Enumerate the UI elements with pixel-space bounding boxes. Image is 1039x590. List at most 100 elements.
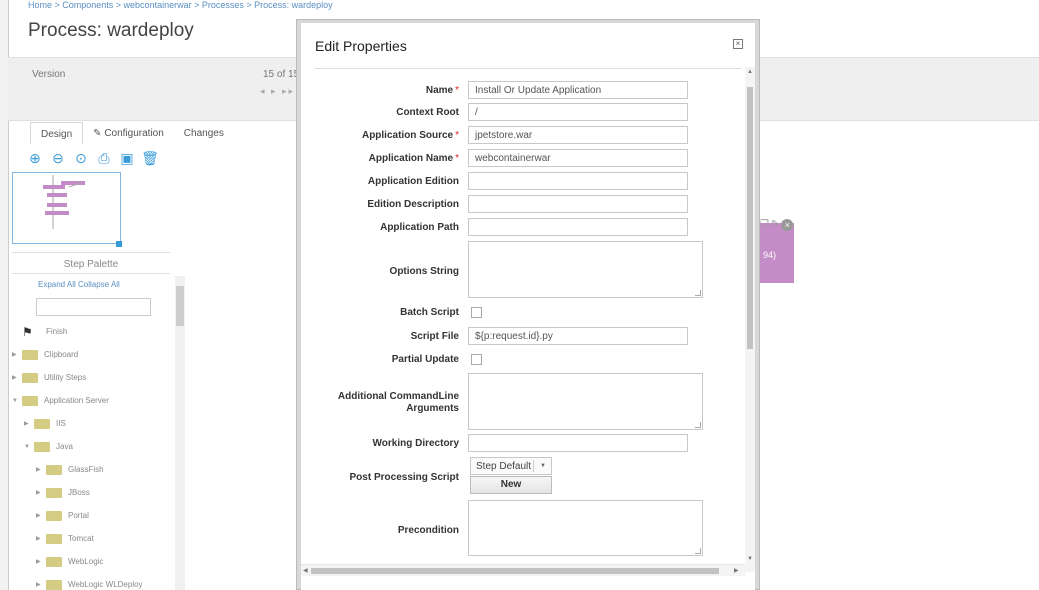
close-icon[interactable]: × xyxy=(781,219,794,231)
palette-item-glassfish[interactable]: ▶ GlassFish xyxy=(12,458,174,481)
palette-item-utility-steps[interactable]: ▶ Utility Steps xyxy=(12,366,174,389)
palette-item-label: Java xyxy=(56,442,73,451)
dialog-title: Edit Properties xyxy=(315,38,407,54)
zoom-in-icon[interactable]: ⊕ xyxy=(27,150,43,166)
post-processing-label: Post Processing Script xyxy=(349,472,459,483)
collapse-arrow-icon[interactable]: ▼ xyxy=(24,444,34,450)
script-file-input[interactable]: ${p:request.id}.py xyxy=(468,327,688,345)
version-nav-arrows[interactable]: ◂ ▸ ▸▸ xyxy=(260,86,295,97)
scroll-left-icon[interactable]: ◀ xyxy=(303,567,308,574)
edition-description-input[interactable] xyxy=(468,195,688,213)
scroll-down-icon[interactable]: ▼ xyxy=(747,556,753,562)
expand-arrow-icon[interactable]: ▶ xyxy=(36,558,46,565)
post-processing-value: Step Default xyxy=(476,461,532,472)
palette-item-weblogic-wldeploy[interactable]: ▶ WebLogic WLDeploy xyxy=(12,573,174,590)
palette-item-label: JBoss xyxy=(68,488,90,497)
application-name-label: Application Name * xyxy=(368,153,459,164)
context-root-label: Context Root xyxy=(396,107,459,118)
palette-item-portal[interactable]: ▶ Portal xyxy=(12,504,174,527)
palette-item-iis[interactable]: ▶ IIS xyxy=(12,412,174,435)
palette-item-tomcat[interactable]: ▶ Tomcat xyxy=(12,527,174,550)
palette-item-label: Finish xyxy=(46,327,68,336)
partial-update-label: Partial Update xyxy=(391,354,459,365)
expand-arrow-icon[interactable]: ▶ xyxy=(36,489,46,496)
expand-arrow-icon[interactable]: ▶ xyxy=(12,374,22,381)
partial-update-checkbox[interactable] xyxy=(471,354,482,365)
design-toolbar: ⊕ ⊖ ⊙ ⎙ ▣ 🗑 xyxy=(27,150,159,166)
palette-item-clipboard[interactable]: ▶ Clipboard xyxy=(12,343,174,366)
name-label: Name * xyxy=(425,85,459,96)
dialog-vertical-scrollbar[interactable]: ▲ ▼ xyxy=(745,67,755,572)
batch-script-label: Batch Script xyxy=(400,307,459,318)
edit-icon[interactable]: ✎ xyxy=(771,219,779,231)
copy-icon[interactable]: ❐ xyxy=(760,219,769,231)
minimap-resize-handle[interactable] xyxy=(116,241,122,247)
process-step-node[interactable]: 94) xyxy=(757,223,794,283)
expand-arrow-icon[interactable]: ▶ xyxy=(36,512,46,519)
version-label: Version xyxy=(32,69,66,80)
folder-icon xyxy=(34,418,50,429)
tab-configuration[interactable]: ✎ Configuration xyxy=(83,122,174,144)
folder-icon xyxy=(22,372,38,383)
options-string-textarea[interactable] xyxy=(468,241,703,298)
application-source-input[interactable]: jpetstore.war xyxy=(468,126,688,144)
expand-arrow-icon[interactable]: ▶ xyxy=(36,535,46,542)
palette-item-java[interactable]: ▼ Java xyxy=(12,435,174,458)
tab-design[interactable]: Design xyxy=(30,122,84,144)
folder-open-icon xyxy=(34,441,50,452)
additional-args-textarea[interactable] xyxy=(468,373,703,430)
palette-item-finish[interactable]: ⚑ Finish xyxy=(12,320,174,343)
context-root-input[interactable]: / xyxy=(468,103,688,121)
scroll-up-icon[interactable]: ▲ xyxy=(747,69,753,75)
application-path-input[interactable] xyxy=(468,218,688,236)
new-script-button[interactable]: New xyxy=(470,476,552,494)
name-input[interactable]: Install Or Update Application xyxy=(468,81,688,99)
version-count: 15 of 15 xyxy=(263,69,300,80)
step-palette-list: ⚑ Finish ▶ Clipboard ▶ Utility Steps ▼ Appli… xyxy=(12,320,174,590)
palette-search-input[interactable] xyxy=(36,298,151,316)
zoom-out-icon[interactable]: ⊖ xyxy=(50,150,66,166)
minimap-preview xyxy=(43,175,85,229)
expand-arrow-icon[interactable]: ▶ xyxy=(36,581,46,588)
palette-item-label: IIS xyxy=(56,419,66,428)
edit-properties-dialog: Edit Properties × Name * Install Or Updat… xyxy=(301,23,755,590)
palette-scroll-thumb[interactable] xyxy=(176,286,184,326)
vertical-scroll-thumb[interactable] xyxy=(747,87,753,349)
resize-grip-icon[interactable] xyxy=(695,290,701,296)
palette-item-jboss[interactable]: ▶ JBoss xyxy=(12,481,174,504)
dialog-horizontal-scrollbar[interactable]: ◀ ▶ xyxy=(301,564,745,576)
process-minimap[interactable] xyxy=(12,172,121,244)
expand-collapse-links[interactable]: Expand All Collapse All xyxy=(38,280,120,289)
collapse-arrow-icon[interactable]: ▼ xyxy=(12,398,22,404)
delete-icon[interactable]: 🗑 xyxy=(141,150,159,166)
folder-icon xyxy=(46,579,62,590)
post-processing-select[interactable]: Step Default ▼ xyxy=(470,457,552,475)
application-name-input[interactable]: webcontainerwar xyxy=(468,149,688,167)
expand-arrow-icon[interactable]: ▶ xyxy=(12,351,22,358)
node-actions: ❐ ✎ × xyxy=(760,219,794,231)
precondition-textarea[interactable] xyxy=(468,500,703,556)
batch-script-checkbox[interactable] xyxy=(471,307,482,318)
horizontal-scroll-thumb[interactable] xyxy=(311,568,719,574)
working-directory-label: Working Directory xyxy=(372,438,460,449)
chevron-down-icon: ▼ xyxy=(540,463,546,469)
palette-item-weblogic[interactable]: ▶ WebLogic xyxy=(12,550,174,573)
breadcrumb[interactable]: Home > Components > webcontainerwar > Pr… xyxy=(28,0,333,10)
expand-arrow-icon[interactable]: ▶ xyxy=(24,420,34,427)
zoom-fit-icon[interactable]: ⊙ xyxy=(73,150,89,166)
palette-item-application-server[interactable]: ▼ Application Server xyxy=(12,389,174,412)
scroll-right-icon[interactable]: ▶ xyxy=(734,567,739,574)
export-icon[interactable]: ▣ xyxy=(119,150,135,166)
application-edition-input[interactable] xyxy=(468,172,688,190)
working-directory-input[interactable] xyxy=(468,434,688,452)
folder-open-icon xyxy=(22,395,38,406)
expand-arrow-icon[interactable]: ▶ xyxy=(36,466,46,473)
print-icon[interactable]: ⎙ xyxy=(96,150,112,166)
process-tabs: Design ✎ Configuration Changes xyxy=(30,122,234,144)
resize-grip-icon[interactable] xyxy=(695,548,701,554)
palette-scrollbar[interactable] xyxy=(175,276,185,590)
folder-icon xyxy=(22,349,38,360)
resize-grip-icon[interactable] xyxy=(695,422,701,428)
close-icon[interactable]: × xyxy=(733,39,743,49)
tab-changes[interactable]: Changes xyxy=(174,122,234,144)
